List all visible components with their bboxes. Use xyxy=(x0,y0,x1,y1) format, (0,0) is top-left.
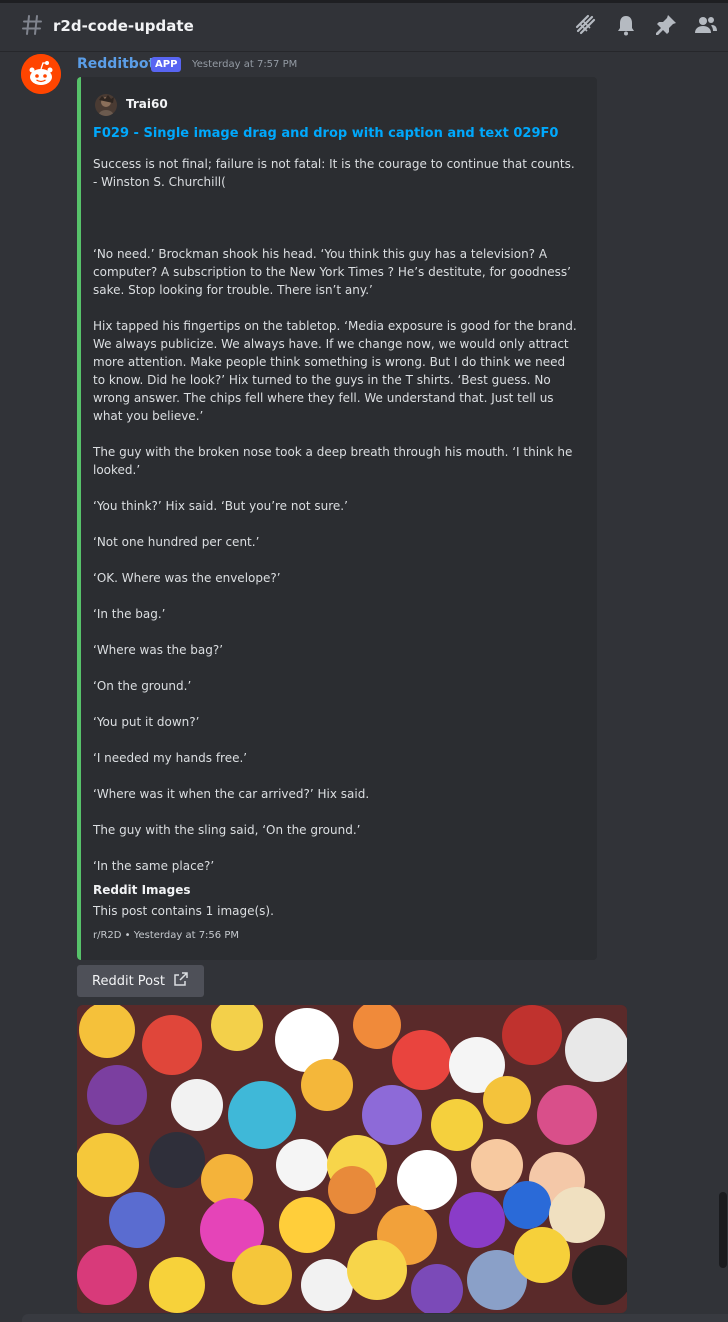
embed-paragraph: ‘OK. Where was the envelope?’ xyxy=(93,571,281,585)
embed-paragraph: The guy with the broken nose took a deep… xyxy=(93,445,573,477)
embed-paragraph: ‘Not one hundred per cent.’ xyxy=(93,535,260,549)
message-author[interactable]: Redditbot xyxy=(77,56,155,72)
app-badge: APP xyxy=(151,57,182,72)
embed-paragraph: ‘No need.’ Brockman shook his head. ‘You… xyxy=(93,247,571,297)
embed-paragraph: ‘Where was the bag?’ xyxy=(93,643,224,657)
external-link-icon xyxy=(173,971,189,991)
channel-name: r2d-code-update xyxy=(53,17,194,35)
message-timestamp: Yesterday at 7:57 PM xyxy=(192,59,298,70)
embed-paragraph: ‘You put it down?’ xyxy=(93,715,200,729)
emoji-collage-image xyxy=(77,1005,627,1313)
reddit-post-button[interactable]: Reddit Post xyxy=(77,965,204,997)
embed-paragraph: ‘In the same place?’ xyxy=(93,859,215,873)
embed-paragraph: ‘In the bag.’ xyxy=(93,607,166,621)
channel-header: r2d-code-update xyxy=(0,0,728,52)
embed-description: Success is not final; failure is not fat… xyxy=(93,155,578,893)
embed-field-name: Reddit Images xyxy=(93,883,191,897)
reddit-post-button-label: Reddit Post xyxy=(92,973,165,989)
pin-icon[interactable] xyxy=(654,13,678,37)
embed-paragraph: Success is not final; failure is not fat… xyxy=(93,157,575,189)
embed-author-avatar xyxy=(95,94,117,116)
embed-paragraph: ‘I needed my hands free.’ xyxy=(93,751,248,765)
avatar[interactable] xyxy=(21,54,61,94)
embed-paragraph: The guy with the sling said, ‘On the gro… xyxy=(93,823,361,837)
embed-paragraph: ‘You think?’ Hix said. ‘But you’re not s… xyxy=(93,499,348,513)
scrollbar-thumb[interactable] xyxy=(719,1192,727,1268)
embed-paragraph: ‘On the ground.’ xyxy=(93,679,192,693)
threads-icon[interactable] xyxy=(574,13,598,37)
reddit-embed: Trai60 F029 - Single image drag and drop… xyxy=(77,77,597,960)
bell-icon[interactable] xyxy=(614,13,638,37)
hash-icon xyxy=(20,13,44,37)
header-toolbar xyxy=(574,13,718,37)
embed-paragraph: Hix tapped his fingertips on the tableto… xyxy=(93,319,577,423)
attached-image[interactable] xyxy=(77,1005,627,1313)
embed-footer: r/R2D • Yesterday at 7:56 PM xyxy=(93,930,239,941)
embed-paragraph: ‘Where was it when the car arrived?’ Hix… xyxy=(93,787,370,801)
message-input-edge xyxy=(22,1314,728,1322)
embed-field-value: This post contains 1 image(s). xyxy=(93,904,274,918)
embed-title-link[interactable]: F029 - Single image drag and drop with c… xyxy=(93,126,593,141)
members-icon[interactable] xyxy=(694,13,718,37)
embed-author[interactable]: Trai60 xyxy=(126,97,168,111)
